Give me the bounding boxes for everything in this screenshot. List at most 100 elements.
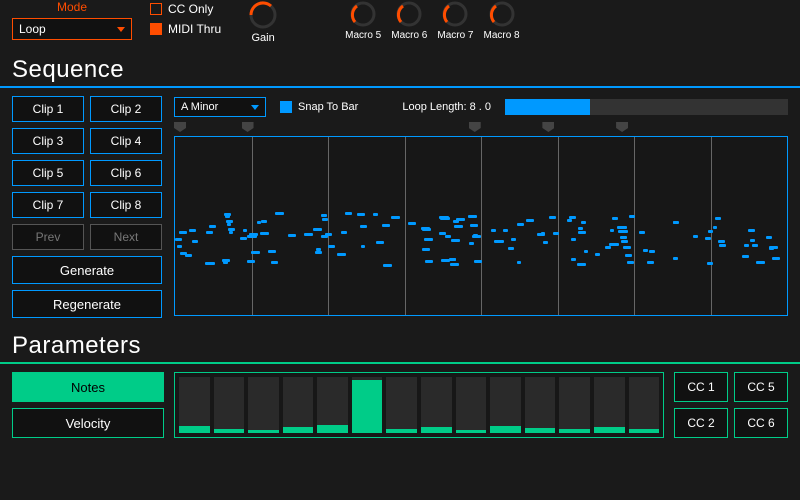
midi-note[interactable] bbox=[617, 226, 627, 229]
midi-note[interactable] bbox=[629, 215, 635, 218]
midi-note[interactable] bbox=[450, 263, 459, 266]
loop-length-slider[interactable] bbox=[505, 99, 788, 115]
midi-note[interactable] bbox=[249, 233, 258, 236]
midi-note[interactable] bbox=[474, 260, 482, 263]
next-button[interactable]: Next bbox=[90, 224, 162, 250]
midi-note[interactable] bbox=[422, 248, 430, 251]
midi-note[interactable] bbox=[175, 238, 182, 241]
midi-note[interactable] bbox=[503, 229, 508, 232]
snap-to-bar-checkbox[interactable]: Snap To Bar bbox=[280, 101, 358, 113]
midi-note[interactable] bbox=[708, 230, 713, 233]
midi-note[interactable] bbox=[578, 231, 586, 234]
midi-note[interactable] bbox=[647, 261, 654, 264]
midi-note[interactable] bbox=[473, 235, 480, 238]
midi-note[interactable] bbox=[742, 255, 748, 258]
midi-note[interactable] bbox=[177, 245, 182, 248]
midi-note[interactable] bbox=[322, 218, 328, 221]
midi-note[interactable] bbox=[268, 250, 276, 253]
param-bar[interactable] bbox=[629, 377, 660, 433]
midi-note[interactable] bbox=[309, 233, 313, 236]
midi-note[interactable] bbox=[581, 221, 586, 224]
midi-note[interactable] bbox=[424, 238, 432, 241]
midi-note[interactable] bbox=[752, 244, 758, 247]
midi-note[interactable] bbox=[373, 213, 377, 216]
midi-note[interactable] bbox=[618, 230, 628, 233]
midi-note[interactable] bbox=[543, 241, 547, 244]
midi-note[interactable] bbox=[185, 254, 192, 257]
midi-note[interactable] bbox=[179, 231, 187, 234]
midi-note[interactable] bbox=[271, 261, 279, 264]
midi-note[interactable] bbox=[243, 229, 248, 232]
param-bar[interactable] bbox=[317, 377, 348, 433]
loop-marker[interactable] bbox=[242, 122, 254, 132]
param-bar[interactable] bbox=[421, 377, 452, 433]
midi-note[interactable] bbox=[571, 258, 576, 261]
midi-note[interactable] bbox=[719, 244, 725, 247]
midi-note[interactable] bbox=[229, 231, 233, 234]
midi-note[interactable] bbox=[328, 245, 335, 248]
midi-note[interactable] bbox=[715, 217, 721, 220]
macro-knob[interactable] bbox=[395, 0, 423, 28]
param-bar[interactable] bbox=[248, 377, 279, 433]
midi-note[interactable] bbox=[620, 236, 627, 239]
midi-note[interactable] bbox=[769, 247, 774, 250]
midi-note[interactable] bbox=[209, 225, 216, 228]
midi-note[interactable] bbox=[454, 225, 463, 228]
clip-button[interactable]: Clip 7 bbox=[12, 192, 84, 218]
clip-button[interactable]: Clip 5 bbox=[12, 160, 84, 186]
midi-note[interactable] bbox=[325, 233, 332, 236]
midi-note[interactable] bbox=[693, 235, 698, 238]
param-bar[interactable] bbox=[490, 377, 521, 433]
midi-note[interactable] bbox=[361, 245, 365, 248]
clip-button[interactable]: Clip 6 bbox=[90, 160, 162, 186]
param-bar[interactable] bbox=[456, 377, 487, 433]
prev-button[interactable]: Prev bbox=[12, 224, 84, 250]
clip-button[interactable]: Clip 8 bbox=[90, 192, 162, 218]
midi-note[interactable] bbox=[206, 231, 213, 234]
midi-note[interactable] bbox=[225, 215, 230, 218]
param-tab-notes[interactable]: Notes bbox=[12, 372, 164, 402]
midi-note[interactable] bbox=[275, 212, 284, 215]
midi-note[interactable] bbox=[517, 223, 525, 226]
midi-note[interactable] bbox=[383, 264, 392, 267]
midi-note[interactable] bbox=[707, 262, 713, 265]
midi-note[interactable] bbox=[673, 257, 678, 260]
midi-note[interactable] bbox=[553, 232, 559, 235]
midi-note[interactable] bbox=[549, 216, 555, 219]
midi-note[interactable] bbox=[766, 236, 771, 239]
midi-note[interactable] bbox=[595, 253, 600, 256]
clip-button[interactable]: Clip 4 bbox=[90, 128, 162, 154]
midi-note[interactable] bbox=[341, 231, 347, 234]
midi-note[interactable] bbox=[261, 220, 267, 223]
midi-note[interactable] bbox=[673, 221, 679, 224]
generate-button[interactable]: Generate bbox=[12, 256, 162, 284]
midi-note[interactable] bbox=[439, 216, 449, 219]
midi-note[interactable] bbox=[772, 257, 781, 260]
midi-note[interactable] bbox=[313, 228, 322, 231]
midi-note[interactable] bbox=[468, 215, 474, 218]
midi-note[interactable] bbox=[639, 231, 645, 234]
midi-note[interactable] bbox=[517, 261, 521, 264]
midi-note[interactable] bbox=[748, 229, 755, 232]
midi-note[interactable] bbox=[567, 219, 572, 222]
param-bar[interactable] bbox=[594, 377, 625, 433]
midi-note[interactable] bbox=[750, 239, 754, 242]
midi-note[interactable] bbox=[756, 261, 765, 264]
midi-note[interactable] bbox=[422, 228, 431, 231]
midi-note[interactable] bbox=[627, 261, 634, 264]
midi-note[interactable] bbox=[577, 263, 586, 266]
midi-note[interactable] bbox=[441, 259, 449, 262]
clip-button[interactable]: Clip 3 bbox=[12, 128, 84, 154]
loop-marker[interactable] bbox=[174, 122, 186, 132]
midi-note[interactable] bbox=[357, 213, 365, 216]
cc-button[interactable]: CC 5 bbox=[734, 372, 788, 402]
midi-note[interactable] bbox=[469, 242, 474, 245]
midi-note[interactable] bbox=[705, 237, 710, 240]
midi-note[interactable] bbox=[439, 232, 446, 235]
midi-note[interactable] bbox=[610, 229, 614, 232]
midi-note[interactable] bbox=[625, 254, 632, 257]
midi-note[interactable] bbox=[623, 246, 630, 249]
midi-note[interactable] bbox=[337, 253, 346, 256]
midi-note[interactable] bbox=[508, 247, 514, 250]
midi-note[interactable] bbox=[470, 224, 478, 227]
